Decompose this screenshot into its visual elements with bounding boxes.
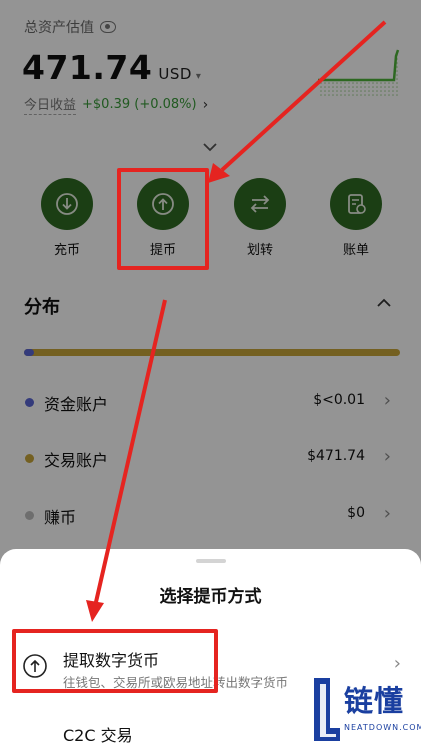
sheet-title: 选择提币方式: [159, 587, 262, 607]
watermark-text: 链懂: [344, 684, 405, 718]
highlight-crypto-option-box: [12, 629, 218, 693]
watermark-subtext: NEATDOWN.COM: [344, 723, 421, 732]
highlight-withdraw-box: [117, 168, 209, 270]
sheet-drag-handle[interactable]: [196, 559, 226, 563]
chevron-right-icon: ›: [393, 653, 401, 674]
c2c-trade-option[interactable]: C2C 交易: [63, 722, 133, 743]
